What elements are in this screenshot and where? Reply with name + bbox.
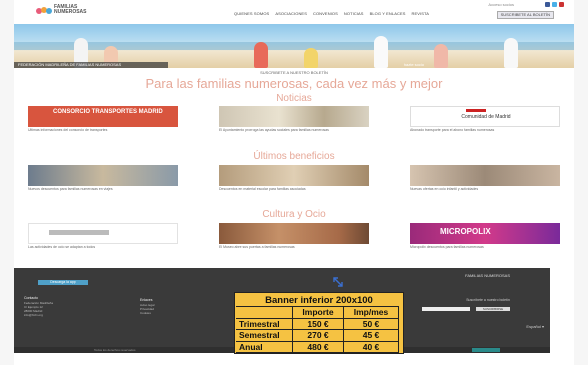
culture-text: El Museo abre sus puertas a familias num… — [219, 245, 295, 249]
table-cell: Trimestral — [236, 317, 293, 330]
footer-links: Enlaces Aviso legal Privacidad Cookies — [140, 298, 154, 315]
news-card[interactable]: Comunidad de Madrid Abonado transporte p… — [410, 106, 560, 132]
footer-logo[interactable]: FAMILIAS NUMEROSAS — [465, 273, 510, 278]
table-header-cell — [236, 306, 293, 319]
benefit-card[interactable]: Nuevos descuentos para familias numerosa… — [28, 165, 178, 191]
news-card[interactable]: CONSORCIO TRANSPORTES MADRID Ultimas inf… — [28, 106, 178, 132]
app-download-button[interactable]: Descarga la app — [38, 280, 88, 285]
header: FAMILIAS NUMEROSAS Acceso socios QUIENES… — [14, 0, 574, 22]
news-image: Comunidad de Madrid — [410, 106, 560, 127]
culture-title: Cultura y Ocio — [262, 209, 326, 220]
culture-image-graphic — [49, 230, 109, 235]
logo-mark-icon — [36, 7, 52, 14]
news-text: Abonado transporte para el abono familia… — [410, 128, 495, 132]
nav-item[interactable]: QUIENES SOMOS — [234, 11, 269, 16]
benefit-card[interactable]: Nuevas ofertas en ocio infantil y activi… — [410, 165, 560, 191]
hero-person — [504, 38, 518, 68]
culture-image — [28, 223, 178, 244]
nav-item[interactable]: NOTICIAS — [344, 11, 364, 16]
newsletter-submit-button[interactable]: SUSCRIBIRSE — [476, 307, 510, 311]
benefit-text: Nuevos descuentos para familias numerosa… — [28, 187, 113, 191]
table-cell: 50 € — [343, 317, 399, 330]
benefit-image — [410, 165, 560, 186]
language-selector[interactable]: Español ▾ — [526, 324, 544, 329]
benefits-title: Últimos beneficios — [253, 151, 335, 162]
news-text: Ultimas informaciones del consorcio de t… — [28, 128, 108, 132]
culture-text: Las actividades de ocio se adaptan a tod… — [28, 245, 96, 249]
hero-person — [374, 36, 388, 68]
table-row: Trimestral 150 € 50 € — [236, 317, 399, 330]
culture-card[interactable]: MICROPOLIX Micropolix descuentos para fa… — [410, 223, 560, 249]
youtube-icon[interactable] — [559, 2, 564, 7]
nav-item[interactable]: ASOCIACIONES — [275, 11, 307, 16]
footer-line[interactable]: info@fmfn.org — [24, 313, 53, 317]
table-header-cell: Importe — [292, 306, 344, 319]
table-header-cell: Imp/mes — [343, 306, 399, 319]
culture-text: Micropolix descuentos para familias nume… — [410, 245, 484, 249]
footer-contact: Contacto Federación Madrileña C/ Ejemplo… — [24, 296, 53, 317]
site-logo[interactable]: FAMILIAS NUMEROSAS — [36, 4, 96, 18]
banner-price-table: Banner inferior 200x100 Importe Imp/mes … — [234, 292, 404, 354]
culture-image: MICROPOLIX — [410, 223, 560, 244]
hero-sea — [14, 42, 574, 50]
twitter-icon[interactable] — [552, 2, 557, 7]
bottom-accent — [472, 348, 500, 352]
flag-icon — [466, 109, 486, 112]
nav-item[interactable]: REVISTA — [412, 11, 430, 16]
price-table: Importe Imp/mes Trimestral 150 € 50 € Se… — [236, 306, 399, 353]
hero-banner[interactable]: FEDERACIÓN MADRILEÑA DE FAMILIAS NUMEROS… — [14, 24, 574, 68]
hero-caption: FEDERACIÓN MADRILEÑA DE FAMILIAS NUMEROS… — [14, 62, 168, 68]
hero-right-caption[interactable]: hazte socio — [404, 62, 424, 67]
page: FAMILIAS NUMEROSAS Acceso socios QUIENES… — [0, 0, 588, 365]
news-image-label: Comunidad de Madrid — [461, 114, 511, 120]
news-title: Noticias — [276, 93, 312, 104]
nav-item[interactable]: BLOG Y ENLACES — [370, 11, 406, 16]
footer-links-head: Enlaces — [140, 298, 153, 302]
table-header-row: Importe Imp/mes — [236, 306, 399, 319]
hero-person — [434, 44, 448, 68]
footer-contact-head: Contacto — [24, 296, 39, 300]
subscribe-line[interactable]: SUSCRIBETE A NUESTRO BOLETÍN — [14, 70, 574, 75]
table-cell: 45 € — [343, 329, 399, 342]
benefit-text: Descuentos en material escolar para fami… — [219, 187, 306, 191]
table-cell: Anual — [236, 340, 293, 353]
hero-person — [254, 42, 268, 68]
banner-title: Banner inferior 200x100 — [265, 295, 373, 306]
table-row: Semestral 270 € 45 € — [236, 329, 399, 342]
table-cell: 480 € — [292, 340, 344, 353]
newsletter-email-input[interactable] — [422, 307, 470, 311]
news-image: CONSORCIO TRANSPORTES MADRID — [28, 106, 178, 127]
arrow-icon — [333, 277, 343, 287]
news-card[interactable]: El Ayuntamiento prorroga las ayudas soci… — [219, 106, 369, 132]
copyright-text: Todos los derechos reservados — [94, 348, 136, 352]
culture-image-label: MICROPOLIX — [440, 227, 491, 236]
logo-text: FAMILIAS NUMEROSAS — [54, 4, 87, 15]
subscribe-button[interactable]: SUSCRIBETE AL BOLETÍN — [496, 11, 554, 19]
top-links[interactable]: Acceso socios — [488, 2, 514, 7]
table-cell: 150 € — [292, 317, 344, 330]
table-cell: Semestral — [236, 329, 293, 342]
footer-link[interactable]: Cookies — [140, 311, 154, 315]
benefit-image — [219, 165, 369, 186]
facebook-icon[interactable] — [545, 2, 550, 7]
main-nav: QUIENES SOMOS ASOCIACIONES CONVENIOS NOT… — [234, 11, 429, 16]
table-row: Anual 480 € 40 € — [236, 340, 399, 353]
nav-item[interactable]: CONVENIOS — [313, 11, 338, 16]
culture-image — [219, 223, 369, 244]
benefit-card[interactable]: Descuentos en material escolar para fami… — [219, 165, 369, 191]
culture-card[interactable]: El Museo abre sus puertas a familias num… — [219, 223, 369, 249]
news-text: El Ayuntamiento prorroga las ayudas soci… — [219, 128, 329, 132]
news-image — [219, 106, 369, 127]
benefit-image — [28, 165, 178, 186]
culture-card[interactable]: Las actividades de ocio se adaptan a tod… — [28, 223, 178, 249]
hero-person — [304, 48, 318, 68]
tagline: Para las familias numerosas, cada vez má… — [145, 76, 443, 91]
newsletter-label: Suscríbete a nuestro boletín — [466, 298, 510, 302]
benefit-text: Nuevas ofertas en ocio infantil y activi… — [410, 187, 479, 191]
table-cell: 40 € — [343, 340, 399, 353]
social-icons — [545, 2, 564, 7]
news-image-label: CONSORCIO TRANSPORTES MADRID — [53, 109, 163, 115]
table-cell: 270 € — [292, 329, 344, 342]
